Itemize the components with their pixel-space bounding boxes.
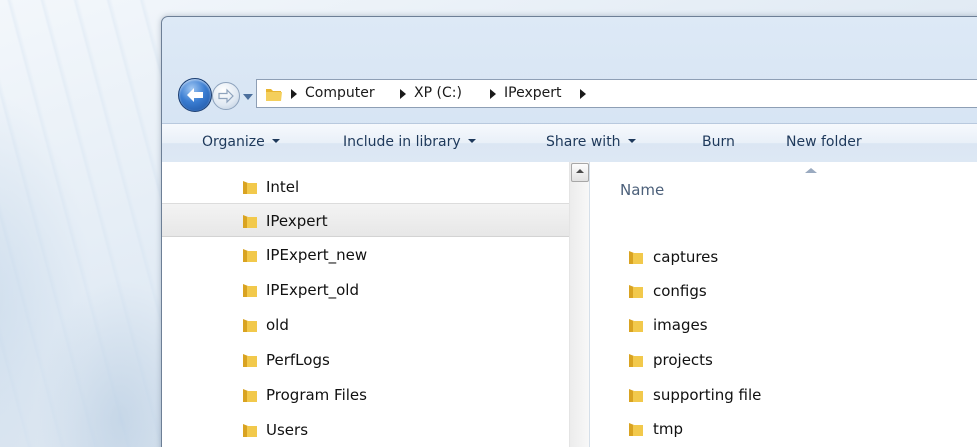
file-item-label: captures: [653, 248, 719, 266]
file-item-label: tmp: [653, 420, 684, 438]
include-in-library-button[interactable]: Include in library: [343, 134, 476, 150]
forward-arrow-icon: [218, 88, 234, 104]
folder-icon: [242, 352, 258, 372]
tree-item-label: IPExpert_new: [266, 246, 368, 264]
file-item-label: configs: [653, 282, 707, 300]
folder-icon: [628, 387, 644, 407]
tree-item-old[interactable]: old: [162, 308, 569, 342]
folder-icon: [628, 317, 644, 337]
file-item-label: images: [653, 316, 708, 334]
back-button[interactable]: [178, 78, 212, 112]
tree-item-intel[interactable]: Intel: [162, 170, 569, 204]
dropdown-arrow-icon: [271, 139, 280, 143]
tree-item-label: Users: [266, 421, 309, 439]
include-in-library-label: Include in library: [343, 134, 461, 150]
file-list-pane: Name captures configs images projects su…: [590, 162, 977, 447]
breadcrumb-separator-icon[interactable]: [400, 89, 406, 99]
chevron-down-icon: [243, 94, 253, 100]
sort-ascending-icon: [805, 168, 817, 173]
tree-item-label: old: [266, 316, 289, 334]
breadcrumb-separator-icon[interactable]: [291, 89, 297, 99]
new-folder-button[interactable]: New folder: [786, 134, 862, 150]
folder-icon: [242, 282, 258, 302]
file-item-tmp[interactable]: tmp: [590, 412, 977, 446]
dropdown-arrow-icon: [467, 139, 476, 143]
explorer-window: Computer XP (C:) IPexpert Organize Inclu…: [161, 16, 977, 447]
breadcrumb-xp-c[interactable]: XP (C:): [414, 85, 462, 101]
recent-pages-button[interactable]: [242, 88, 254, 100]
folder-icon: [628, 352, 644, 372]
file-item-label: projects: [653, 351, 713, 369]
share-with-button[interactable]: Share with: [546, 134, 636, 150]
organize-button[interactable]: Organize: [202, 134, 280, 150]
tree-item-perflogs[interactable]: PerfLogs: [162, 343, 569, 377]
navigation-bar: Computer XP (C:) IPexpert: [176, 77, 977, 112]
tree-item-label: PerfLogs: [266, 351, 330, 369]
forward-button[interactable]: [212, 82, 240, 110]
tree-item-label: IPExpert_old: [266, 281, 359, 299]
address-bar[interactable]: Computer XP (C:) IPexpert: [256, 79, 977, 108]
command-bar: Organize Include in library Share with B…: [162, 123, 977, 163]
folder-icon: [628, 249, 644, 269]
back-arrow-icon: [187, 88, 203, 102]
breadcrumb-computer[interactable]: Computer: [305, 85, 375, 101]
folder-icon: [628, 421, 644, 441]
tree-item-label: Intel: [266, 178, 300, 196]
file-item-captures[interactable]: captures: [590, 240, 977, 274]
folder-icon: [242, 387, 258, 407]
folder-icon: [242, 213, 258, 233]
burn-button[interactable]: Burn: [702, 134, 735, 150]
arrow-up-icon: [576, 169, 584, 173]
navigation-pane: Intel IPexpert IPExpert_new IPExpert_old…: [162, 162, 590, 447]
scroll-up-button[interactable]: [571, 163, 589, 182]
file-item-label: supporting file: [653, 386, 762, 404]
tree-item-program-files[interactable]: Program Files: [162, 378, 569, 412]
folder-icon: [242, 422, 258, 442]
tree-item-label: IPexpert: [266, 212, 328, 230]
file-item-supporting-file[interactable]: supporting file: [590, 378, 977, 412]
breadcrumb-separator-icon[interactable]: [490, 89, 496, 99]
tree-item-ipexpert-new[interactable]: IPExpert_new: [162, 238, 569, 272]
file-item-images[interactable]: images: [590, 308, 977, 342]
nav-pane-scrollbar[interactable]: [569, 162, 589, 447]
organize-label: Organize: [202, 134, 265, 150]
tree-item-ipexpert[interactable]: IPexpert: [162, 203, 569, 237]
folder-icon: [265, 85, 283, 107]
tree-item-ipexpert-old[interactable]: IPExpert_old: [162, 273, 569, 307]
file-item-projects[interactable]: projects: [590, 343, 977, 377]
tree-item-label: Program Files: [266, 386, 367, 404]
breadcrumb-ipexpert[interactable]: IPexpert: [504, 85, 561, 101]
folder-icon: [242, 247, 258, 267]
file-item-configs[interactable]: configs: [590, 274, 977, 308]
dropdown-arrow-icon: [627, 139, 636, 143]
folder-icon: [628, 283, 644, 303]
name-column-header[interactable]: Name: [620, 181, 664, 199]
folder-icon: [242, 317, 258, 337]
share-with-label: Share with: [546, 134, 621, 150]
folder-icon: [242, 179, 258, 199]
desktop-background: [0, 0, 165, 447]
tree-item-users[interactable]: Users: [162, 413, 569, 447]
breadcrumb-separator-icon[interactable]: [580, 89, 586, 99]
